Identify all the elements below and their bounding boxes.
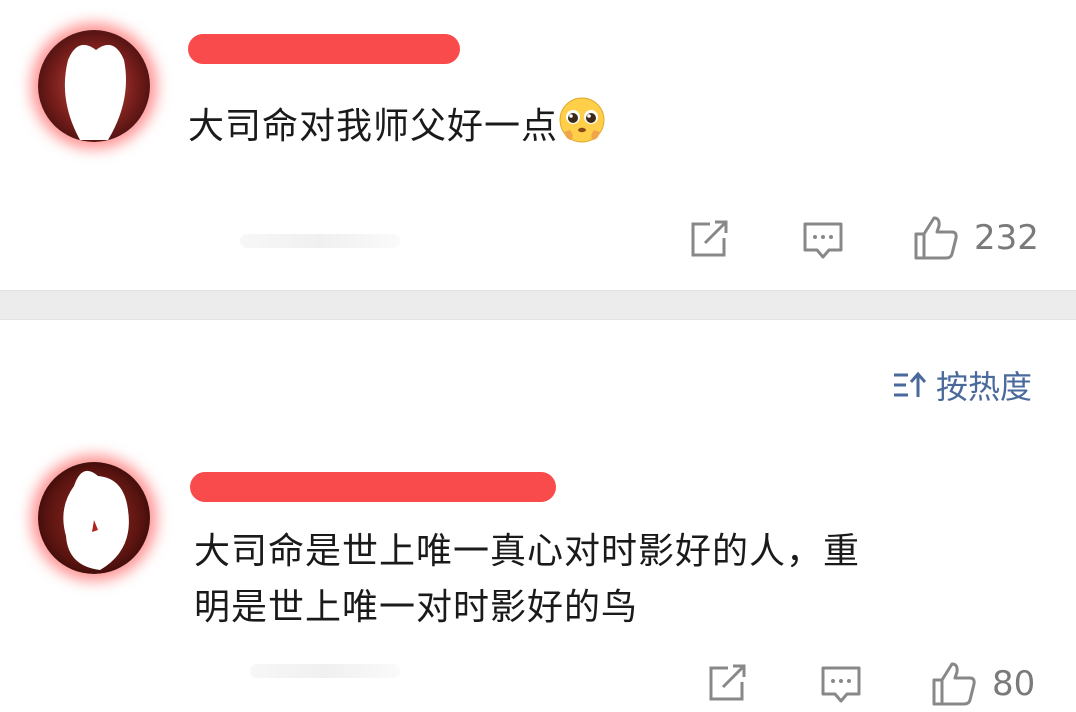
section-divider <box>0 290 1076 320</box>
comment-text-line-2: 明是世上唯一对时影好的鸟 <box>194 587 639 628</box>
comment-timestamp-faint <box>250 664 400 678</box>
thumbs-up-icon <box>914 216 958 260</box>
avatar-image <box>38 30 150 142</box>
share-button[interactable] <box>706 664 748 704</box>
username-redaction[interactable] <box>190 472 556 502</box>
like-count: 232 <box>974 218 1039 258</box>
share-icon <box>691 220 728 257</box>
like-button[interactable]: 232 <box>912 214 1039 262</box>
sort-label: 按热度 <box>935 368 1032 406</box>
share-button[interactable] <box>688 220 730 260</box>
comment-body: 大司命是世上唯一真心对时影好的人，重 明是世上唯一对时影好的鸟 <box>194 524 1054 636</box>
comment-text-line-1: 大司命是世上唯一真心对时影好的人，重 <box>194 531 861 572</box>
reply-button[interactable] <box>802 220 844 262</box>
reply-button[interactable] <box>820 664 862 706</box>
reply-comment-icon <box>803 222 843 259</box>
reply-comment-icon <box>821 666 861 703</box>
comment-feed: 大司命对我师父好一点 232 按热度 大司命是世上唯一真心对时影好的人，重 明是… <box>0 0 1076 712</box>
sort-by-hot-button[interactable]: 按热度 <box>892 362 1032 408</box>
sort-icon <box>893 371 927 397</box>
comment-text: 大司命对我师父好一点 <box>188 106 559 147</box>
thumbs-up-icon <box>932 662 976 706</box>
avatar-image <box>38 462 150 574</box>
pleading-face-emoji <box>558 96 606 144</box>
share-icon <box>709 664 746 701</box>
like-count: 80 <box>992 664 1036 704</box>
comment-timestamp-faint <box>240 234 400 248</box>
username-redaction[interactable] <box>188 34 460 64</box>
like-button[interactable]: 80 <box>930 660 1035 708</box>
comment-body: 大司命对我师父好一点 <box>188 96 606 155</box>
avatar[interactable] <box>38 462 150 574</box>
avatar[interactable] <box>38 30 150 142</box>
